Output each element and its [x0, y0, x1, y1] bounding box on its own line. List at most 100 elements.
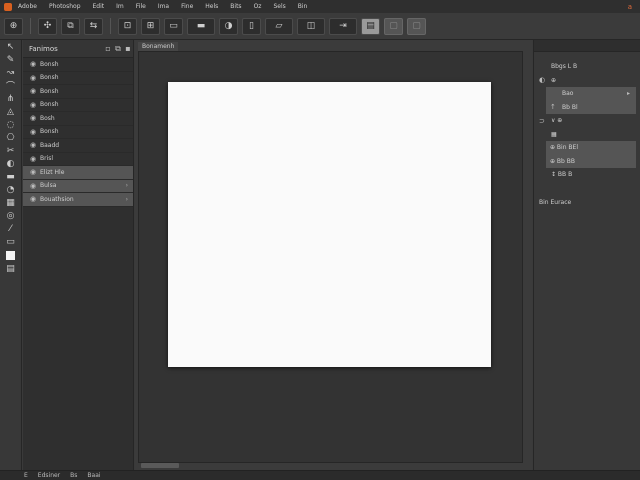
layers-panel-title: Fanimos — [29, 44, 58, 53]
path-tool-icon[interactable]: ↝ — [0, 66, 21, 79]
menu-item-0[interactable]: Adobe — [18, 3, 37, 10]
menu-item-4[interactable]: File — [136, 3, 146, 10]
panel-button[interactable]: ▯ — [242, 17, 261, 35]
properties-row-selected[interactable]: ↑ Bb Bl — [546, 100, 636, 114]
transform-button[interactable]: ✣ — [38, 17, 57, 35]
disabled-button-2[interactable]: ▢ — [407, 17, 426, 35]
bar-button[interactable]: ▬ — [187, 17, 215, 35]
layer-row[interactable]: ◉ Baadd — [23, 139, 133, 153]
curve-tool-icon[interactable]: ⌒ — [0, 79, 21, 92]
row-label: Bao — [562, 90, 574, 98]
properties-row[interactable]: ↕ BB B — [534, 168, 640, 182]
menu-bar: Adobe Photoshop Edit Im File Ima Fine He… — [0, 0, 640, 13]
move-tool-button[interactable]: ⊕ — [4, 17, 23, 35]
layer-row[interactable]: ◉ Bonsh — [23, 58, 133, 72]
stack-toggle-button[interactable]: ▤ — [361, 17, 380, 35]
menu-item-8[interactable]: Bits — [230, 3, 241, 10]
layer-row[interactable]: ◉ Bonsh — [23, 126, 133, 139]
disabled-button-1[interactable]: ▢ — [384, 17, 403, 35]
shape-button[interactable]: ▱ — [265, 17, 293, 35]
rectangle-button[interactable]: ▭ — [164, 17, 183, 35]
foreground-color-swatch[interactable] — [0, 248, 21, 262]
menu-item-11[interactable]: Bin — [298, 3, 308, 10]
eye-icon[interactable]: ◉ — [30, 87, 40, 95]
menu-item-10[interactable]: Sels — [273, 3, 285, 10]
pen-tool-icon[interactable]: ⁄ — [0, 222, 21, 235]
properties-row[interactable]: Bbgs L B — [534, 60, 640, 74]
eye-icon[interactable]: ◉ — [30, 60, 40, 68]
status-bar: E Edsiner Bs Baai — [0, 470, 640, 480]
expand-arrow-icon[interactable]: › — [126, 182, 128, 189]
shape-tool-icon[interactable]: ⎔ — [0, 131, 21, 144]
menu-item-5[interactable]: Ima — [158, 3, 169, 10]
menu-item-7[interactable]: Hels — [205, 3, 218, 10]
expand-icon[interactable]: ▸ — [627, 90, 630, 97]
expand-arrow-icon[interactable]: › — [126, 196, 128, 203]
eye-icon[interactable]: ◉ — [30, 141, 40, 149]
canvas[interactable] — [168, 82, 491, 367]
properties-row-selected[interactable]: Bao ▸ — [546, 87, 636, 101]
eye-icon[interactable]: ◉ — [30, 114, 40, 122]
grid-icon: ▦ — [551, 130, 557, 138]
properties-row[interactable]: ⊃ ∨ ⊕ — [534, 114, 640, 128]
properties-row[interactable]: ◐ ⊕ — [534, 74, 640, 88]
horizontal-scrollbar[interactable] — [141, 463, 179, 468]
menu-item-6[interactable]: Fine — [181, 3, 193, 10]
layer-row[interactable]: ◉ Bosh — [23, 112, 133, 126]
triangle-tool-icon[interactable]: ◬ — [0, 105, 21, 118]
properties-row[interactable]: ▦ — [534, 128, 640, 142]
fork-tool-icon[interactable]: ⋔ — [0, 92, 21, 105]
split-button[interactable]: ◫ — [297, 17, 325, 35]
properties-row-selected[interactable]: ⊕ Bb BB — [546, 154, 636, 168]
target-tool-icon[interactable]: ◎ — [0, 209, 21, 222]
pattern-tool-icon[interactable]: ▦ — [0, 196, 21, 209]
eye-icon[interactable]: ◉ — [30, 182, 40, 190]
eye-icon[interactable]: ◉ — [30, 195, 40, 203]
blur-tool-icon[interactable]: ◔ — [0, 183, 21, 196]
layer-label: Bulsa — [40, 182, 57, 190]
frame-tool-icon[interactable]: ▭ — [0, 235, 21, 248]
eye-icon[interactable]: ◉ — [30, 128, 40, 136]
layers-tool-icon[interactable]: ▤ — [0, 262, 21, 275]
menu-item-9[interactable]: Oz — [254, 3, 262, 10]
layer-label: Elizt Hle — [40, 168, 65, 176]
contrast-icon: ◐ — [539, 76, 546, 85]
layer-row-selected[interactable]: ◉ Elizt Hle — [23, 166, 133, 180]
row-label: Bbgs L B — [551, 63, 578, 71]
contrast-button[interactable]: ◑ — [219, 17, 238, 35]
duplicate-icon[interactable]: ⧉ — [113, 44, 123, 54]
layer-row-selected[interactable]: ◉ Bulsa › — [23, 179, 133, 193]
document-tab[interactable]: Bonamenh — [138, 42, 179, 51]
properties-row-selected[interactable]: ⊕ Bin BEl — [546, 141, 636, 155]
frame-button[interactable]: ⊡ — [118, 17, 137, 35]
menu-item-1[interactable]: Photoshop — [49, 3, 81, 10]
layer-row[interactable]: ◉ Bonsh — [23, 99, 133, 112]
bar-tool-icon[interactable]: ▬ — [0, 170, 21, 183]
eye-icon[interactable]: ◉ — [30, 168, 40, 176]
layer-row-selected[interactable]: ◉ Bouathsion › — [23, 193, 133, 207]
new-layer-icon[interactable]: ▫ — [103, 44, 113, 53]
layers-panel-header: Fanimos ▫ ⧉ ▪ — [23, 40, 133, 58]
align-button[interactable]: ⇥ — [329, 17, 357, 35]
eye-icon[interactable]: ◉ — [30, 101, 40, 109]
panel-menu-icon[interactable]: ▪ — [123, 44, 133, 53]
layer-row[interactable]: ◉ Brisl — [23, 153, 133, 166]
scissors-tool-icon[interactable]: ✂ — [0, 144, 21, 157]
layer-row[interactable]: ◉ Bonsh — [23, 72, 133, 85]
tools-panel: ↖ ✎ ↝ ⌒ ⋔ ◬ ◌ ⎔ ✂ ◐ ▬ ◔ ▦ ◎ ⁄ ▭ ▤ — [0, 40, 22, 470]
eye-icon[interactable]: ◉ — [30, 155, 40, 163]
layer-row[interactable]: ◉ Bonsh — [23, 85, 133, 99]
grid-button[interactable]: ⊞ — [141, 17, 160, 35]
lasso-tool-icon[interactable]: ◌ — [0, 118, 21, 131]
menu-item-2[interactable]: Edit — [93, 3, 105, 10]
menu-item-3[interactable]: Im — [116, 3, 124, 10]
properties-footer[interactable]: Bin Eurace — [534, 196, 640, 210]
row-label: ∨ ⊕ — [551, 117, 563, 125]
dodge-tool-icon[interactable]: ◐ — [0, 157, 21, 170]
arrange-button[interactable]: ⧉ — [61, 17, 80, 35]
swap-button[interactable]: ⇆ — [84, 17, 103, 35]
brush-tool-icon[interactable]: ✎ — [0, 53, 21, 66]
eye-icon[interactable]: ◉ — [30, 74, 40, 82]
move-tool-icon[interactable]: ↖ — [0, 40, 21, 53]
menu-end-item[interactable]: a — [628, 3, 632, 11]
